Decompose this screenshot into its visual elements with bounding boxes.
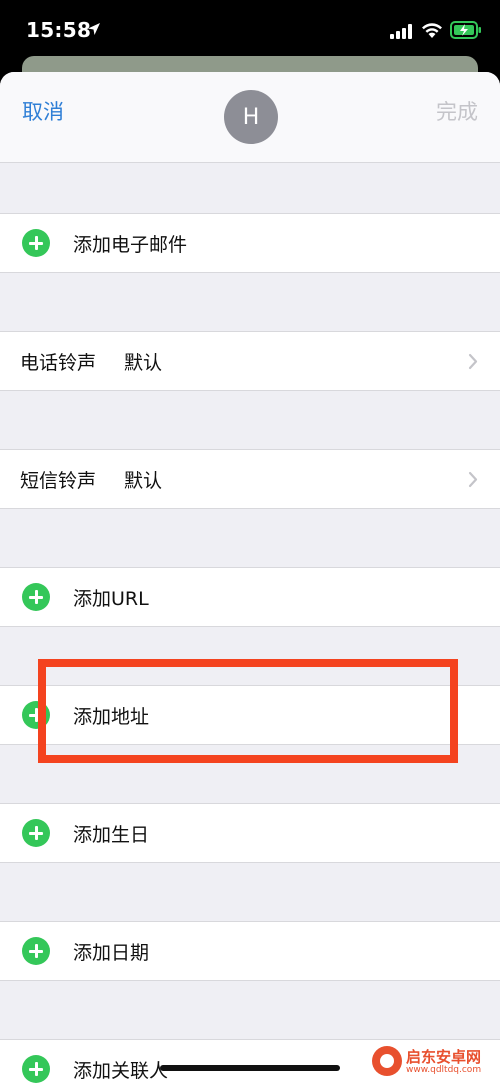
- add-url-row[interactable]: 添加URL: [0, 567, 500, 627]
- watermark: 启东安卓网 www.qdltdq.com: [372, 1044, 496, 1080]
- add-url-label: 添加URL: [73, 588, 149, 610]
- ringtone-value: 默认: [124, 352, 163, 374]
- watermark-url: www.qdltdq.com: [406, 1065, 482, 1075]
- watermark-logo-icon: [372, 1046, 402, 1076]
- add-email-label: 添加电子邮件: [73, 234, 188, 256]
- nav-bar: 取消 H 完成: [0, 72, 500, 163]
- add-plus-icon[interactable]: [22, 229, 50, 257]
- add-related-label: 添加关联人: [73, 1060, 169, 1082]
- watermark-title: 启东安卓网: [406, 1048, 482, 1066]
- add-plus-icon[interactable]: [22, 937, 50, 965]
- done-button[interactable]: 完成: [436, 96, 478, 126]
- chevron-right-icon: [468, 471, 478, 488]
- home-indicator[interactable]: [160, 1065, 340, 1071]
- cellular-signal-icon: [390, 24, 412, 39]
- wifi-icon: [422, 23, 442, 38]
- text-tone-row[interactable]: 短信铃声 默认: [0, 449, 500, 509]
- text-tone-value: 默认: [124, 470, 163, 492]
- chevron-right-icon: [468, 353, 478, 370]
- ringtone-row[interactable]: 电话铃声 默认: [0, 331, 500, 391]
- add-birthday-label: 添加生日: [73, 824, 150, 846]
- add-plus-icon[interactable]: [22, 819, 50, 847]
- add-date-row[interactable]: 添加日期: [0, 921, 500, 981]
- status-bar: 15:58: [0, 0, 500, 64]
- avatar-initial: H: [242, 104, 260, 130]
- ringtone-title: 电话铃声: [20, 352, 97, 374]
- battery-charging-icon: [450, 21, 481, 39]
- edit-contact-sheet: 取消 H 完成 添加电子邮件 电话铃声 默认 短信铃声 默认 添加URL 添加地…: [0, 72, 500, 1083]
- add-email-row[interactable]: 添加电子邮件: [0, 213, 500, 273]
- highlight-box: [38, 659, 458, 763]
- location-arrow-icon: [88, 23, 100, 35]
- add-date-label: 添加日期: [73, 942, 150, 964]
- cancel-button[interactable]: 取消: [22, 96, 64, 126]
- add-plus-icon[interactable]: [22, 1055, 50, 1083]
- add-birthday-row[interactable]: 添加生日: [0, 803, 500, 863]
- status-time: 15:58: [26, 18, 92, 42]
- add-plus-icon[interactable]: [22, 583, 50, 611]
- avatar[interactable]: H: [224, 90, 278, 144]
- text-tone-title: 短信铃声: [20, 470, 97, 492]
